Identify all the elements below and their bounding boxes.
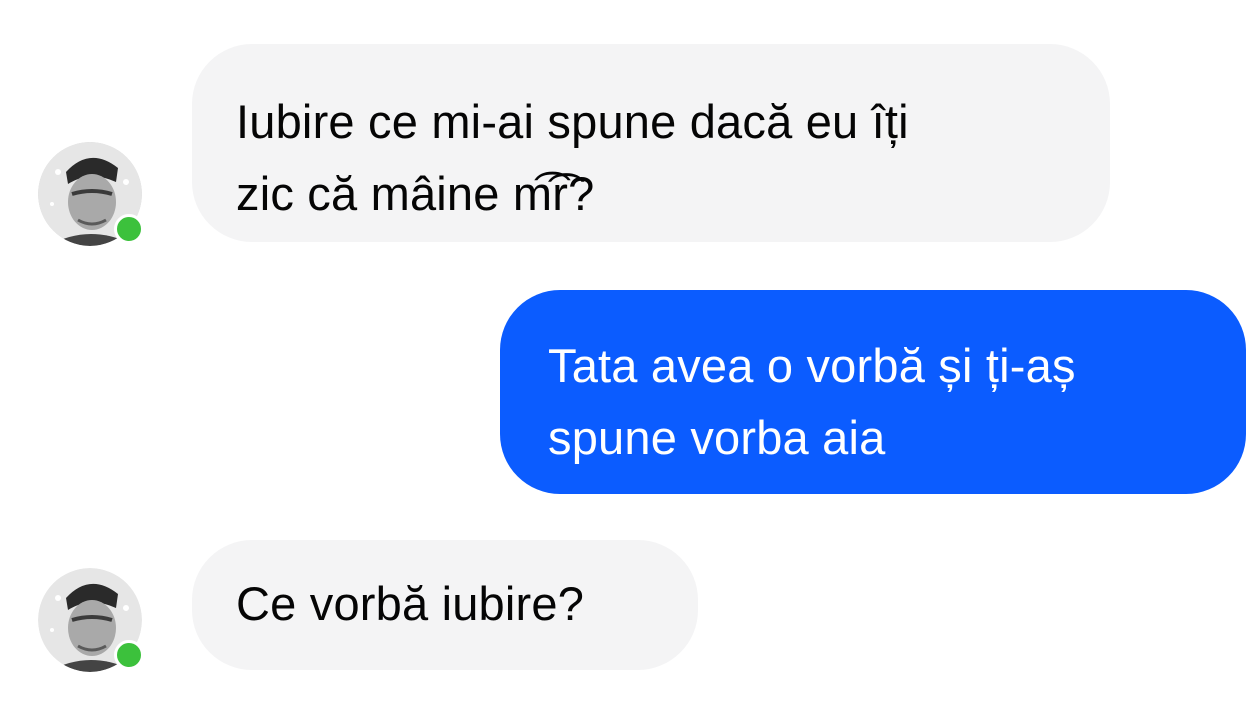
online-status-dot [114,640,144,670]
message-bubble-incoming[interactable]: Iubire ce mi-ai spune dacă eu îți zic că… [192,44,1110,242]
message-text-line: zic că mâine m͡͡r? [236,167,595,220]
online-status-dot [114,214,144,244]
message-text-line: Ce vorbă iubire? [236,577,585,630]
message-text-line: Tata avea o vorbă și ți-aș [548,339,1076,392]
chat-thread: Iubire ce mi-ai spune dacă eu îți zic că… [0,0,1260,712]
message-text-line: spune vorba aia [548,411,886,464]
contact-avatar[interactable] [38,142,144,246]
message-bubble-outgoing[interactable]: Tata avea o vorbă și ți-aș spune vorba a… [500,290,1246,494]
contact-avatar[interactable] [38,568,144,672]
message-text-line: Iubire ce mi-ai spune dacă eu îți [236,95,909,148]
message-bubble-incoming[interactable]: Ce vorbă iubire? [192,540,698,670]
